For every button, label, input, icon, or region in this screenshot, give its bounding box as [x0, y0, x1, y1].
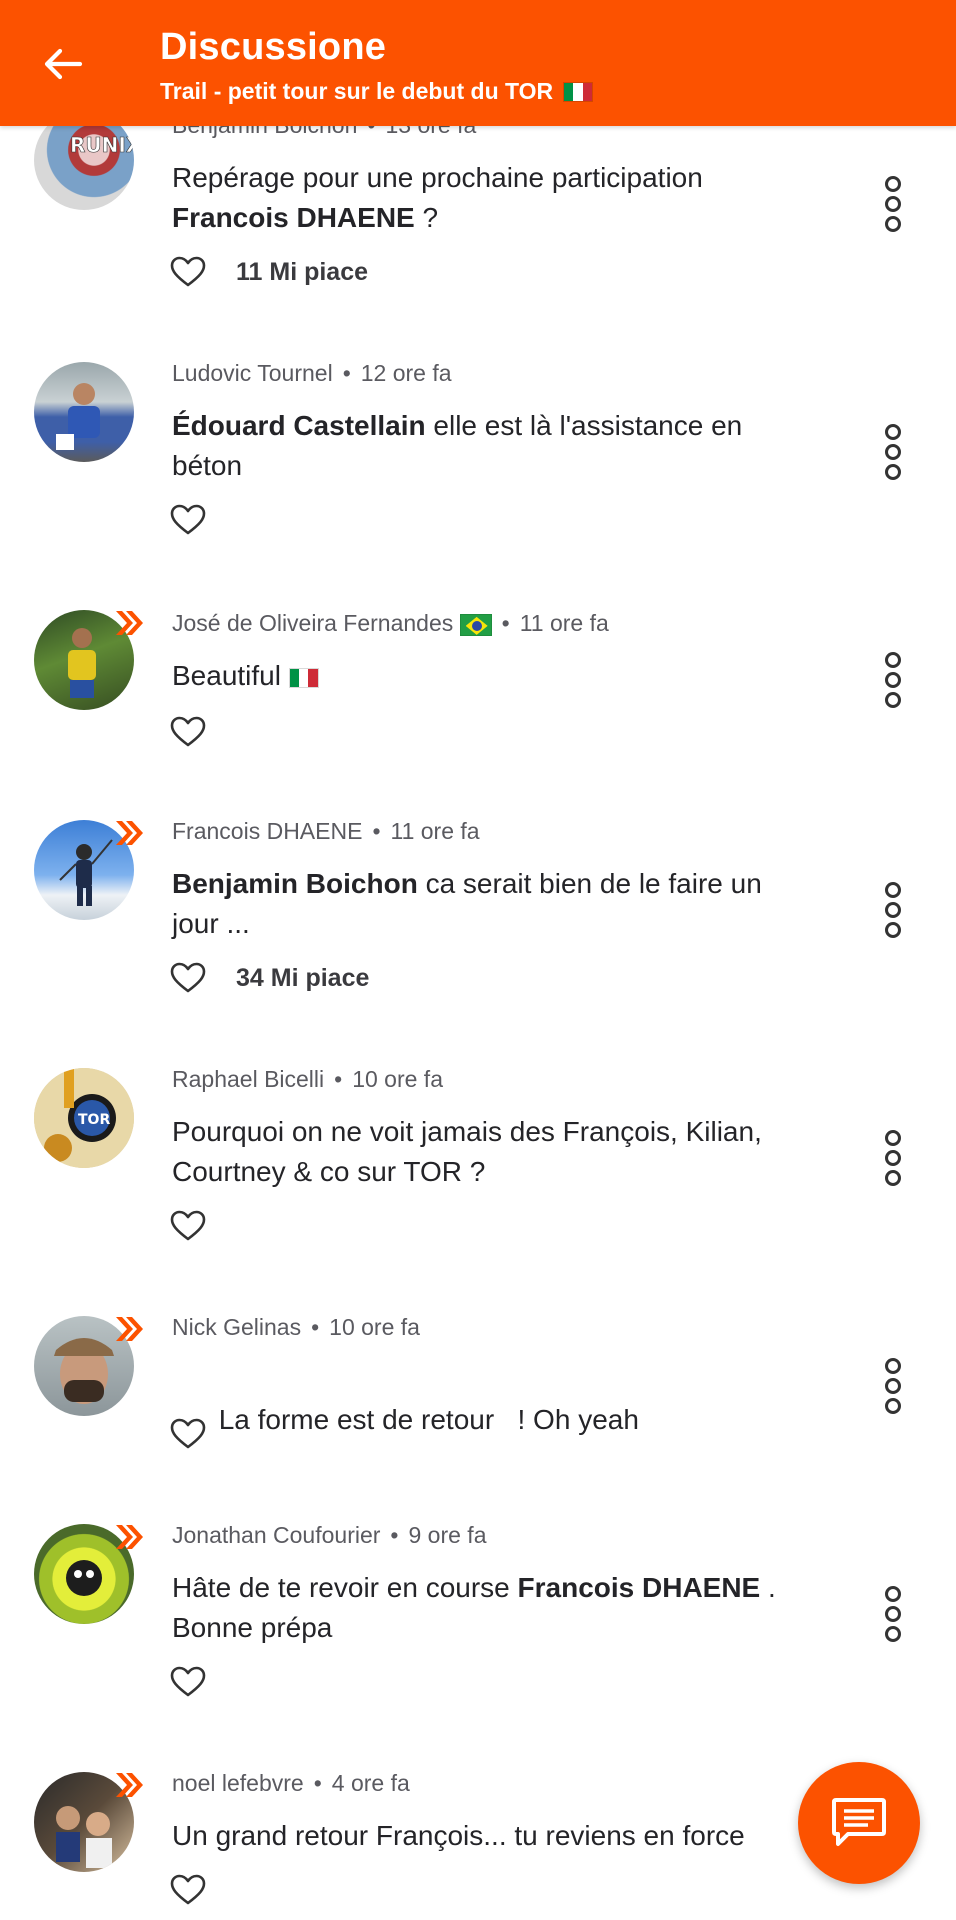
mention[interactable]: Benjamin Boichon	[172, 868, 418, 899]
comment-meta: Ludovic Tournel • 12 ore fa	[172, 360, 452, 386]
heart-outline-icon[interactable]	[170, 716, 206, 748]
like-row	[170, 1418, 236, 1450]
mention[interactable]: Francois DHAENE	[172, 202, 415, 233]
more-options-button[interactable]	[880, 424, 906, 480]
like-row	[170, 1666, 236, 1698]
more-options-button[interactable]	[880, 176, 906, 232]
page-title: Discussione	[160, 26, 387, 68]
like-count[interactable]: 34 Mi piace	[236, 964, 369, 993]
add-comment-button[interactable]	[798, 1762, 920, 1884]
comment-text: Benjamin Boichon ca serait bien de le fa…	[172, 868, 762, 939]
comment-text: Beautiful	[172, 656, 812, 696]
like-row	[170, 504, 236, 536]
like-row	[170, 1210, 236, 1242]
more-options-button[interactable]	[880, 1358, 906, 1414]
comment-time: 10 ore fa	[352, 1066, 443, 1092]
more-vertical-icon	[885, 1130, 901, 1146]
comment-time: 12 ore fa	[360, 360, 452, 386]
more-options-button[interactable]	[880, 882, 906, 938]
heart-outline-icon[interactable]	[170, 1210, 206, 1242]
comment-time: 9 ore fa	[408, 1522, 487, 1548]
comment-bubble-icon	[832, 1798, 886, 1846]
more-options-button[interactable]	[880, 1586, 906, 1642]
brazil-flag-icon	[459, 613, 492, 636]
more-vertical-icon	[885, 1586, 901, 1602]
comment-author[interactable]: Jonathan Coufourier	[172, 1522, 380, 1548]
arrow-left-icon[interactable]	[40, 42, 84, 86]
comment-text: Pourquoi on ne voit jamais des François,…	[172, 1116, 762, 1187]
avatar[interactable]	[34, 362, 134, 462]
more-vertical-icon	[885, 882, 901, 898]
more-vertical-icon	[885, 176, 901, 192]
like-row: 11 Mi piace	[170, 256, 368, 288]
comment-time: 10 ore fa	[329, 1314, 420, 1340]
comment-author[interactable]: José de Oliveira Fernandes	[172, 610, 453, 636]
comment-text: Repérage pour une prochaine participatio…	[172, 162, 703, 233]
comment-text: La forme est de retour ! Oh yeah	[218, 1404, 639, 1435]
comment-author[interactable]: Francois DHAENE	[172, 818, 362, 844]
more-options-button[interactable]	[880, 652, 906, 708]
comment-time: 11 ore fa	[390, 818, 480, 844]
comment-meta: José de Oliveira Fernandes • 11 ore fa	[172, 610, 609, 636]
double-chevron-icon	[116, 821, 143, 845]
more-vertical-icon	[885, 652, 901, 668]
like-row	[170, 716, 236, 748]
comment-meta: noel lefebvre • 4 ore fa	[172, 1770, 410, 1796]
comment-time: 11 ore fa	[519, 610, 609, 636]
heart-outline-icon[interactable]	[170, 1666, 206, 1698]
comment-meta: Jonathan Coufourier • 9 ore fa	[172, 1522, 487, 1548]
comment-author[interactable]: Raphael Bicelli	[172, 1066, 324, 1092]
svg-text:TOR: TOR	[78, 1112, 110, 1128]
comment-meta: Nick Gelinas • 10 ore fa	[172, 1314, 420, 1340]
avatar[interactable]: TOR	[34, 1068, 134, 1168]
double-chevron-icon	[116, 611, 143, 635]
comment-meta: Francois DHAENE • 11 ore fa	[172, 818, 480, 844]
italy-flag-icon	[288, 667, 319, 688]
comment-author[interactable]: Nick Gelinas	[172, 1314, 301, 1340]
page-subtitle: Trail - petit tour sur le debut du TOR	[160, 78, 594, 105]
more-vertical-icon	[885, 424, 901, 440]
double-chevron-icon	[116, 1317, 143, 1341]
svg-text:RUNIX: RUNIX	[70, 133, 134, 157]
heart-outline-icon[interactable]	[170, 1418, 206, 1450]
mention[interactable]: Édouard Castellain	[172, 410, 426, 441]
app-header: Discussione Trail - petit tour sur le de…	[0, 0, 956, 126]
italy-flag-icon	[563, 81, 594, 102]
like-row: 34 Mi piace	[170, 962, 369, 994]
more-options-button[interactable]	[880, 1130, 906, 1186]
activity-name: Trail - petit tour sur le debut du TOR	[160, 78, 554, 104]
mention[interactable]: Francois DHAENE	[518, 1572, 761, 1603]
like-count[interactable]: 11 Mi piace	[236, 258, 368, 287]
heart-outline-icon[interactable]	[170, 256, 206, 288]
comment-meta: Raphael Bicelli • 10 ore fa	[172, 1066, 443, 1092]
comment-text: Un grand retour François... tu reviens e…	[172, 1820, 745, 1851]
double-chevron-icon	[116, 1525, 143, 1549]
comment-author[interactable]: Ludovic Tournel	[172, 360, 333, 386]
comment-text: Édouard Castellain elle est là l'assista…	[172, 410, 743, 481]
heart-outline-icon[interactable]	[170, 1874, 206, 1906]
heart-outline-icon[interactable]	[170, 504, 206, 536]
more-vertical-icon	[885, 1358, 901, 1374]
comment-author[interactable]: noel lefebvre	[172, 1770, 304, 1796]
double-chevron-icon	[116, 1773, 143, 1797]
comment-time: 4 ore fa	[331, 1770, 410, 1796]
like-row	[170, 1874, 236, 1906]
comment-text: Hâte de te revoir en course Francois DHA…	[172, 1572, 776, 1643]
heart-outline-icon[interactable]	[170, 962, 206, 994]
